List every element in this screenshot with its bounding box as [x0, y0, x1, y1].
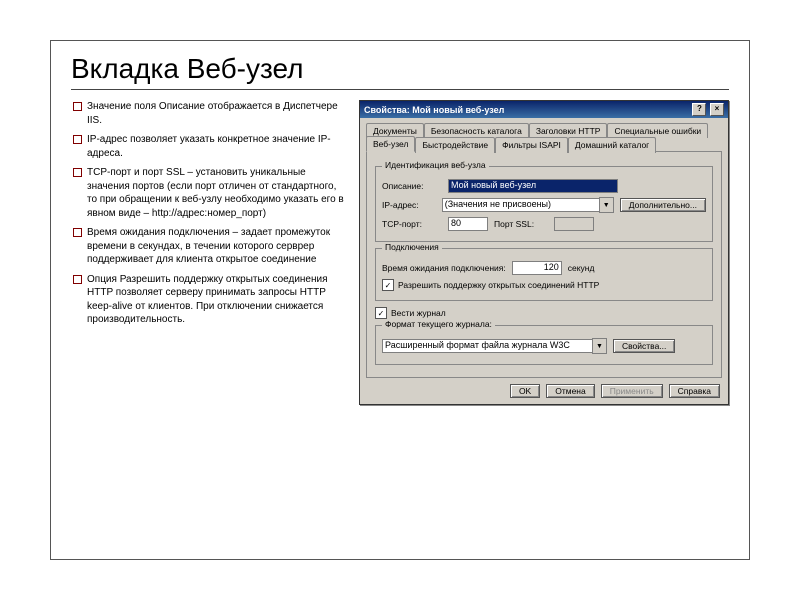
content-row: Значение поля Описание отображается в Ди… — [71, 100, 729, 405]
help-icon[interactable]: ? — [692, 103, 706, 116]
tab-website[interactable]: Веб-узел — [366, 136, 415, 152]
tabs-row-front: Веб-узел Быстродействие Фильтры ISAPI До… — [366, 136, 722, 152]
dialog-body: Документы Безопасность каталога Заголовк… — [360, 118, 728, 404]
close-icon[interactable]: × — [710, 103, 724, 116]
dialog-footer: OK Отмена Применить Справка — [366, 384, 722, 398]
properties-dialog: Свойства: Мой новый веб-узел ? × Докумен… — [359, 100, 729, 405]
log-properties-button[interactable]: Свойства... — [613, 339, 675, 353]
enable-log-checkbox[interactable]: ✓ Вести журнал — [375, 307, 713, 319]
ip-value: (Значения не присвоены) — [442, 198, 599, 212]
description-input[interactable]: Мой новый веб-узел — [448, 179, 618, 193]
dialog-title: Свойства: Мой новый веб-узел — [364, 105, 504, 115]
tcp-label: TCP-порт: — [382, 219, 442, 229]
ok-button[interactable]: OK — [510, 384, 540, 398]
tab-panel: Идентификация веб-узла Описание: Мой нов… — [366, 151, 722, 378]
timeout-input[interactable]: 120 — [512, 261, 562, 275]
group-connections: Подключения Время ожидания подключения: … — [375, 248, 713, 301]
log-format-legend: Формат текущего журнала: — [382, 319, 495, 329]
bullet-item: IP-адрес позволяет указать конкретное зн… — [71, 133, 345, 160]
bullet-list: Значение поля Описание отображается в Ди… — [71, 100, 345, 405]
group-identification: Идентификация веб-узла Описание: Мой нов… — [375, 166, 713, 242]
chevron-down-icon[interactable]: ▼ — [592, 338, 607, 354]
timeout-label: Время ожидания подключения: — [382, 263, 506, 273]
dialog-titlebar[interactable]: Свойства: Мой новый веб-узел ? × — [360, 101, 728, 118]
bullet-item: Время ожидания подключения – задает пром… — [71, 226, 345, 267]
ssl-port-input[interactable] — [554, 217, 594, 231]
group-conn-legend: Подключения — [382, 242, 442, 252]
ip-label: IP-адрес: — [382, 200, 436, 210]
chevron-down-icon[interactable]: ▼ — [599, 197, 614, 213]
ip-address-combo[interactable]: (Значения не присвоены) ▼ — [442, 197, 614, 213]
slide-frame: Вкладка Веб-узел Значение поля Описание … — [50, 40, 750, 560]
bullet-item: Опция Разрешить поддержку открытых соеди… — [71, 273, 345, 327]
checkbox-icon: ✓ — [375, 307, 387, 319]
tcp-port-input[interactable]: 80 — [448, 217, 488, 231]
keepalive-checkbox[interactable]: ✓ Разрешить поддержку открытых соединени… — [382, 279, 706, 291]
checkbox-icon: ✓ — [382, 279, 394, 291]
cancel-button[interactable]: Отмена — [546, 384, 595, 398]
enable-log-label: Вести журнал — [391, 308, 446, 318]
tab-home-directory[interactable]: Домашний каталог — [568, 137, 656, 153]
slide-title: Вкладка Веб-узел — [71, 53, 729, 90]
tab-isapi-filters[interactable]: Фильтры ISAPI — [495, 137, 568, 153]
keepalive-label: Разрешить поддержку открытых соединений … — [398, 280, 599, 290]
group-log-format: Формат текущего журнала: Расширенный фор… — [375, 325, 713, 365]
bullet-item: TCP-порт и порт SSL – установить уникаль… — [71, 166, 345, 220]
ssl-label: Порт SSL: — [494, 219, 548, 229]
log-format-value: Расширенный формат файла журнала W3C — [382, 339, 592, 353]
desc-label: Описание: — [382, 181, 442, 191]
timeout-unit: секунд — [568, 263, 595, 273]
tab-performance[interactable]: Быстродействие — [415, 137, 495, 153]
apply-button[interactable]: Применить — [601, 384, 663, 398]
group-ident-legend: Идентификация веб-узла — [382, 160, 489, 170]
help-button[interactable]: Справка — [669, 384, 720, 398]
bullet-item: Значение поля Описание отображается в Ди… — [71, 100, 345, 127]
tabs-row-back: Документы Безопасность каталога Заголовк… — [366, 122, 722, 137]
advanced-button[interactable]: Дополнительно... — [620, 198, 706, 212]
log-format-combo[interactable]: Расширенный формат файла журнала W3C ▼ — [382, 338, 607, 354]
